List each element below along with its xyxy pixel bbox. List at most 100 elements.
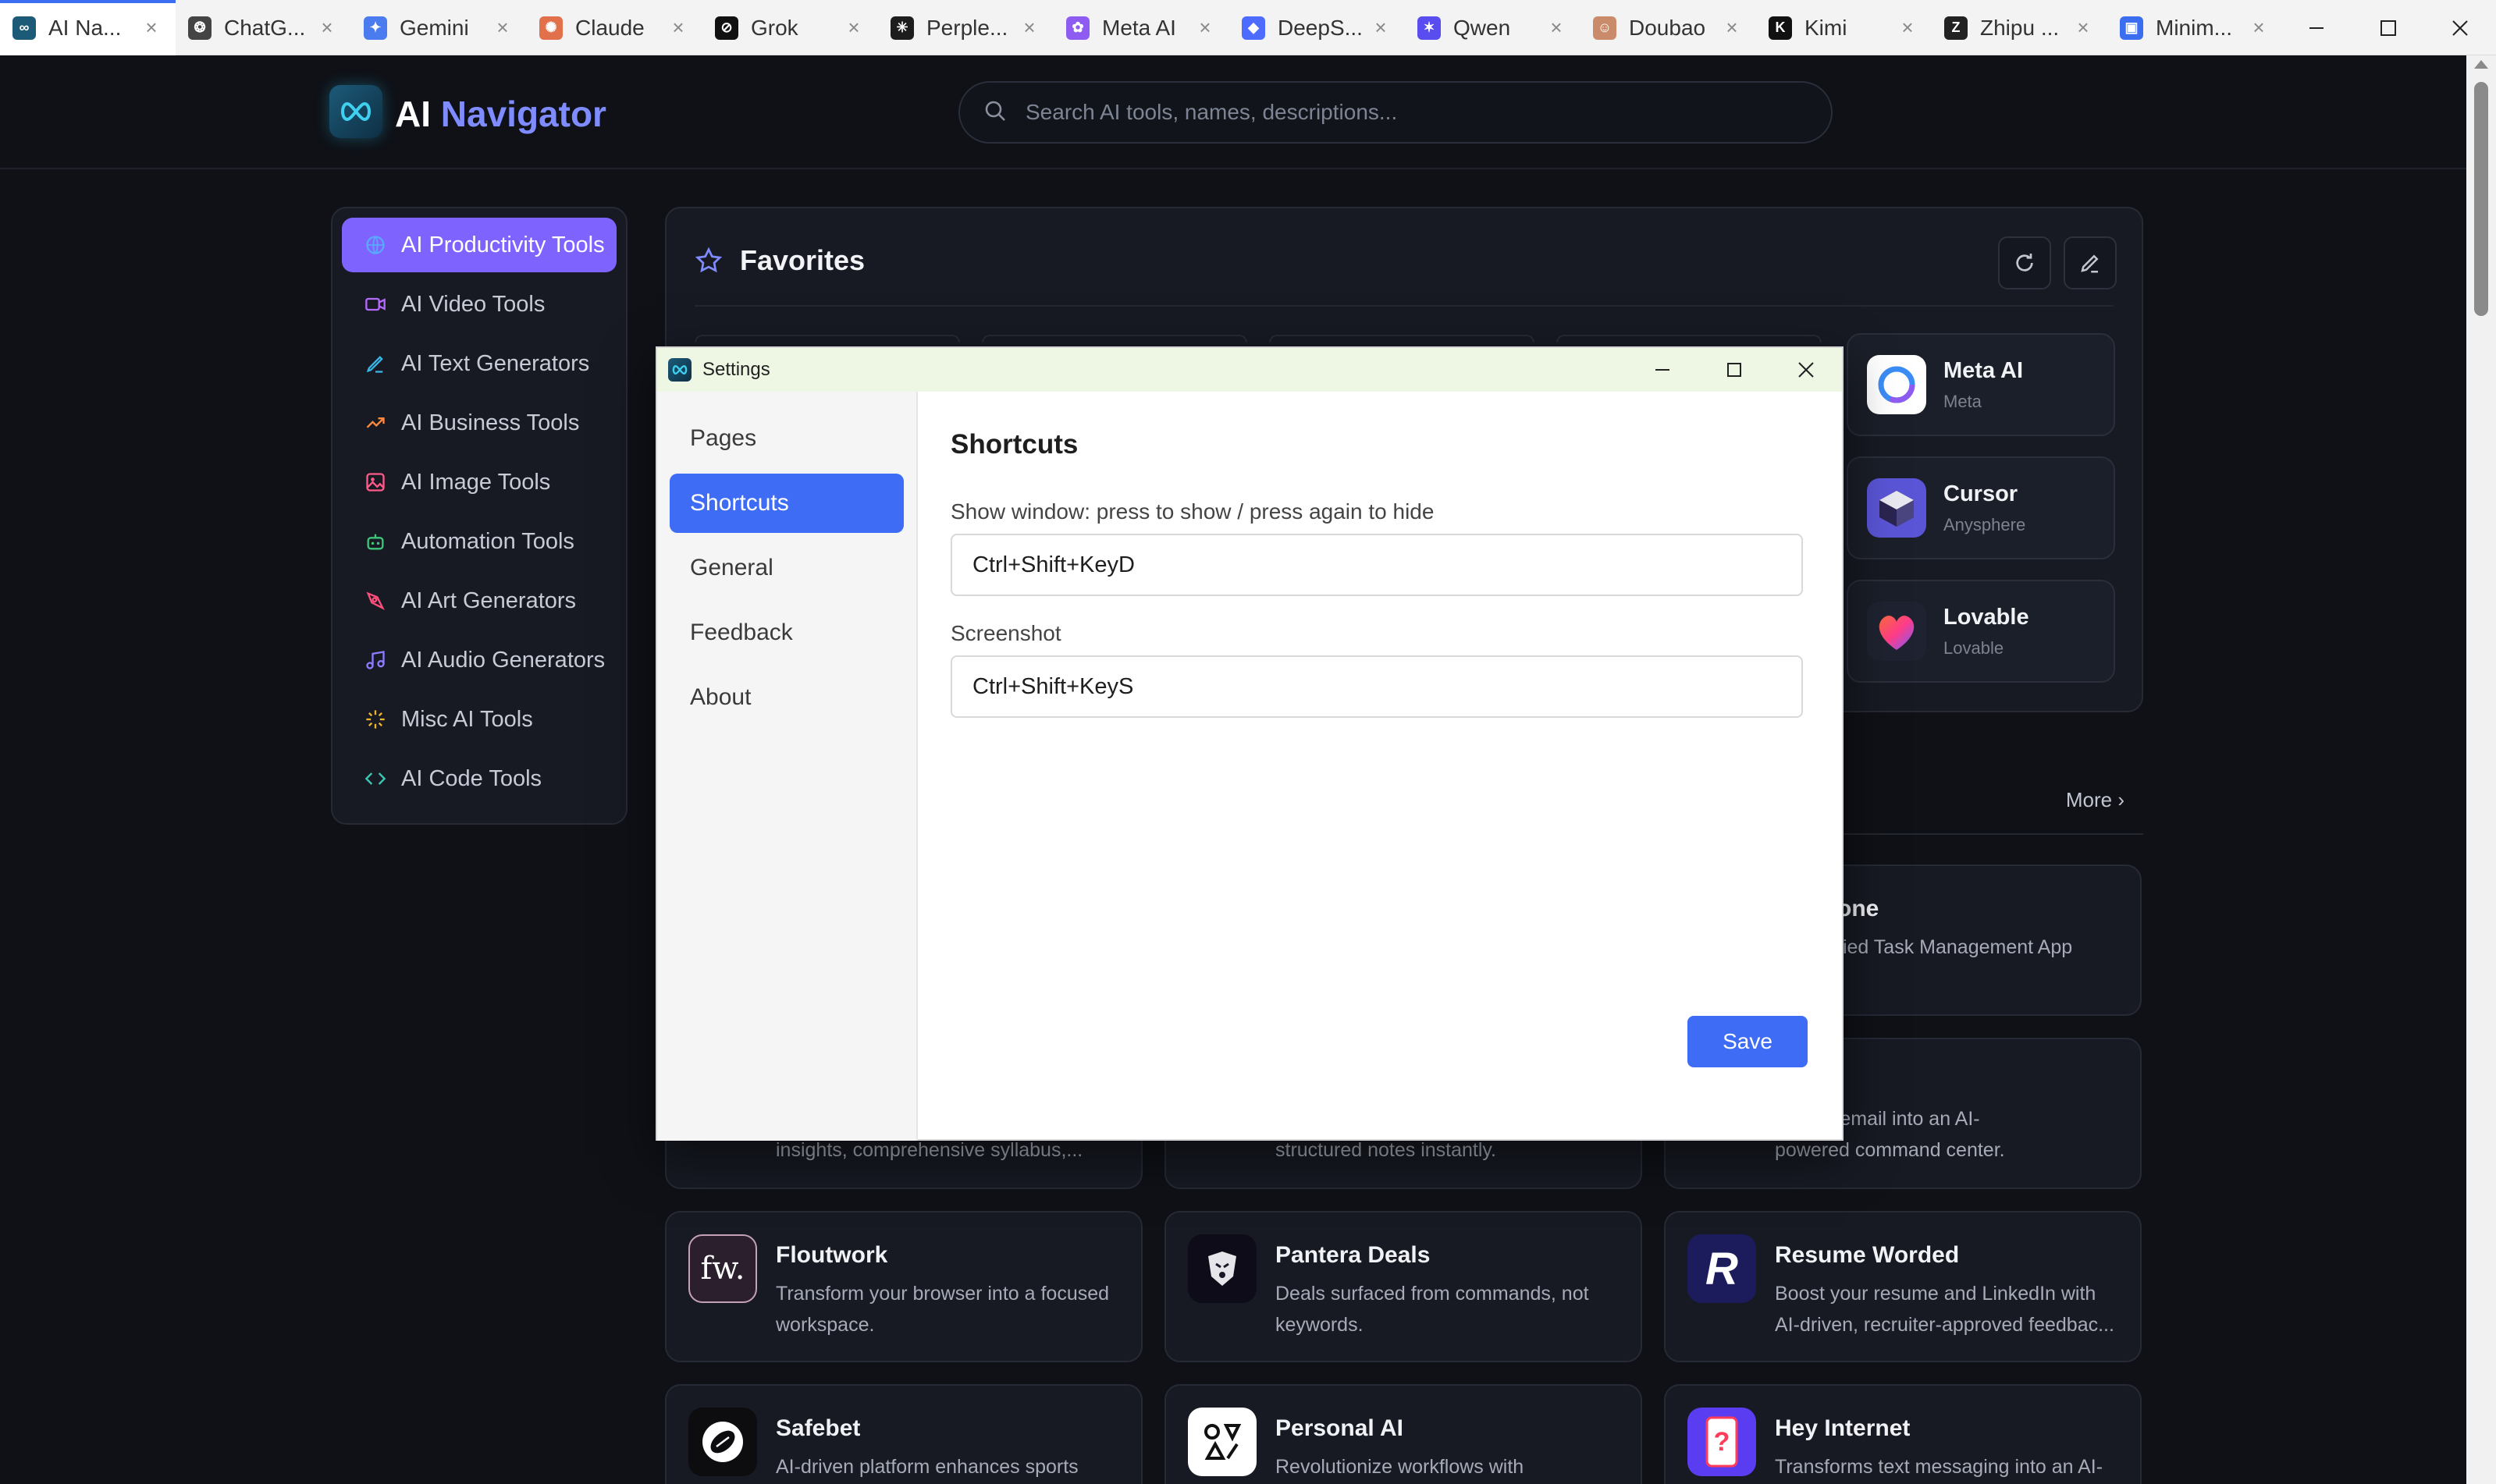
favorite-card-lovable[interactable]: Lovable Lovable — [1847, 580, 2115, 683]
maximize-icon[interactable] — [2352, 0, 2424, 55]
favorites-divider — [695, 305, 2114, 307]
search-input[interactable] — [1026, 100, 1775, 125]
favorite-card-hidden[interactable] — [982, 335, 1247, 343]
tool-card-floutwork[interactable]: fw. Floutwork Transform your browser int… — [665, 1211, 1143, 1362]
favorite-card-hidden[interactable] — [1269, 335, 1534, 343]
video-icon — [364, 293, 387, 316]
chatgpt-icon: ❂ — [188, 16, 212, 40]
scroll-up-arrow-icon[interactable] — [2474, 60, 2488, 69]
app-header: AI Navigator — [0, 55, 2466, 169]
brand-title[interactable]: AI Navigator — [395, 93, 606, 135]
sidebar-item[interactable]: AI Audio Generators — [342, 633, 617, 687]
tab-close-icon[interactable]: × — [1546, 16, 1566, 40]
tab-close-icon[interactable]: × — [1897, 16, 1918, 40]
sidebar-item-label: AI Video Tools — [401, 291, 546, 317]
screenshot-label: Screenshot — [951, 621, 1061, 645]
search-box[interactable] — [958, 81, 1833, 144]
personal-ai-logo-icon — [1188, 1408, 1257, 1476]
close-icon[interactable] — [1770, 348, 1842, 392]
show-window-shortcut-input[interactable] — [951, 534, 1803, 596]
tab-close-icon[interactable]: × — [1195, 16, 1215, 40]
screenshot-shortcut-input[interactable] — [951, 655, 1803, 718]
sidebar-item[interactable]: AI Video Tools — [342, 277, 617, 332]
browser-tab-title: Doubao — [1629, 15, 1706, 40]
favorite-maker: Meta — [1943, 391, 1982, 411]
browser-tab[interactable]: ▣ Minim... × — [2107, 0, 2283, 55]
browser-tab[interactable]: K Kimi × — [1756, 0, 1932, 55]
tool-card-hey-internet[interactable]: ? Hey Internet Transforms text messaging… — [1664, 1384, 2142, 1484]
browser-tab[interactable]: ✦ Gemini × — [351, 0, 527, 55]
minimize-icon[interactable] — [1627, 348, 1698, 392]
settings-nav-item[interactable]: General — [670, 538, 904, 598]
tab-close-icon[interactable]: × — [2249, 16, 2269, 40]
close-window-icon[interactable] — [2424, 0, 2496, 55]
browser-tab[interactable]: Z Zhipu ... × — [1932, 0, 2107, 55]
browser-tab[interactable]: ✳ Perple... × — [878, 0, 1054, 55]
star-icon — [695, 247, 723, 273]
settings-titlebar[interactable]: Settings — [657, 348, 1842, 392]
sidebar-item[interactable]: Misc AI Tools — [342, 692, 617, 747]
page-scrollbar[interactable] — [2466, 55, 2496, 1484]
reset-favorites-button[interactable] — [1998, 236, 2051, 289]
settings-section-title: Shortcuts — [951, 429, 1079, 460]
tool-card-safebet[interactable]: Safebet AI-driven platform enhances spor… — [665, 1384, 1143, 1484]
save-button[interactable]: Save — [1687, 1016, 1808, 1067]
favorite-maker: Anysphere — [1943, 514, 2026, 534]
sidebar-item[interactable]: AI Image Tools — [342, 455, 617, 509]
perplexity-icon: ✳ — [891, 16, 914, 40]
favorite-card-meta-ai[interactable]: Meta AI Meta — [1847, 333, 2115, 436]
music-icon — [364, 648, 387, 672]
tab-close-icon[interactable]: × — [668, 16, 688, 40]
sidebar-item[interactable]: AI Art Generators — [342, 573, 617, 628]
tool-desc: Boost your resume and LinkedIn with AI-d… — [1775, 1283, 2114, 1336]
browser-tab-title: Claude — [575, 15, 645, 40]
settings-nav-item[interactable]: Feedback — [670, 603, 904, 662]
browser-tab[interactable]: ☺ Doubao × — [1580, 0, 1756, 55]
tool-card-resume-worded[interactable]: R Resume Worded Boost your resume and Li… — [1664, 1211, 2142, 1362]
meta-ai-logo-icon — [1867, 355, 1926, 414]
settings-nav-item[interactable]: About — [670, 668, 904, 727]
sidebar-item[interactable]: AI Business Tools — [342, 396, 617, 450]
resume-worded-logo-icon: R — [1687, 1234, 1756, 1303]
lovable-logo-icon — [1867, 602, 1926, 661]
settings-nav-item[interactable]: Shortcuts — [670, 474, 904, 533]
tab-close-icon[interactable]: × — [492, 16, 513, 40]
browser-tab[interactable]: ✺ Claude × — [527, 0, 702, 55]
favorite-name: Meta AI — [1943, 357, 2024, 383]
favorite-card-hidden[interactable] — [1556, 335, 1822, 343]
browser-tab[interactable]: ✿ Meta AI × — [1054, 0, 1229, 55]
favorite-card-hidden[interactable] — [695, 335, 960, 343]
tool-card-pantera-deals[interactable]: Pantera Deals Deals surfaced from comman… — [1164, 1211, 1642, 1362]
settings-nav-item[interactable]: Pages — [670, 409, 904, 468]
edit-favorites-button[interactable] — [2064, 236, 2117, 289]
browser-tab[interactable]: ✶ Qwen × — [1405, 0, 1580, 55]
tab-close-icon[interactable]: × — [1371, 16, 1391, 40]
browser-tab[interactable]: ❂ ChatG... × — [176, 0, 351, 55]
settings-dialog: Settings Pages Shortcuts General Feedback Ab… — [656, 346, 1844, 1141]
tab-close-icon[interactable]: × — [141, 16, 162, 40]
browser-tab-title: Zhipu ... — [1980, 15, 2060, 40]
deepseek-icon: ◆ — [1242, 16, 1265, 40]
tool-card-personal-ai[interactable]: Personal AI Revolutionize workflows with — [1164, 1384, 1642, 1484]
minimize-icon[interactable] — [2281, 0, 2352, 55]
browser-tab[interactable]: ⊘ Grok × — [702, 0, 878, 55]
sidebar-item-label: AI Audio Generators — [401, 647, 606, 673]
scroll-thumb[interactable] — [2474, 82, 2488, 316]
sidebar-item-label: AI Text Generators — [401, 350, 590, 376]
more-link[interactable]: More › — [2066, 788, 2124, 812]
browser-tab[interactable]: ∞ AI Na... × — [0, 0, 176, 55]
tab-close-icon[interactable]: × — [1722, 16, 1742, 40]
browser-tab-title: Minim... — [2156, 15, 2232, 40]
maximize-icon[interactable] — [1698, 348, 1770, 392]
ai-navigator-logo-icon[interactable] — [329, 85, 382, 138]
tab-close-icon[interactable]: × — [317, 16, 337, 40]
sidebar-item[interactable]: AI Text Generators — [342, 336, 617, 391]
sidebar-item[interactable]: Automation Tools — [342, 514, 617, 569]
tab-close-icon[interactable]: × — [844, 16, 864, 40]
tab-close-icon[interactable]: × — [1019, 16, 1040, 40]
sidebar-item[interactable]: AI Productivity Tools — [342, 218, 617, 272]
favorite-card-cursor[interactable]: Cursor Anysphere — [1847, 456, 2115, 559]
browser-tab[interactable]: ◆ DeepS... × — [1229, 0, 1405, 55]
sidebar-item[interactable]: AI Code Tools — [342, 751, 617, 806]
tab-close-icon[interactable]: × — [2073, 16, 2093, 40]
